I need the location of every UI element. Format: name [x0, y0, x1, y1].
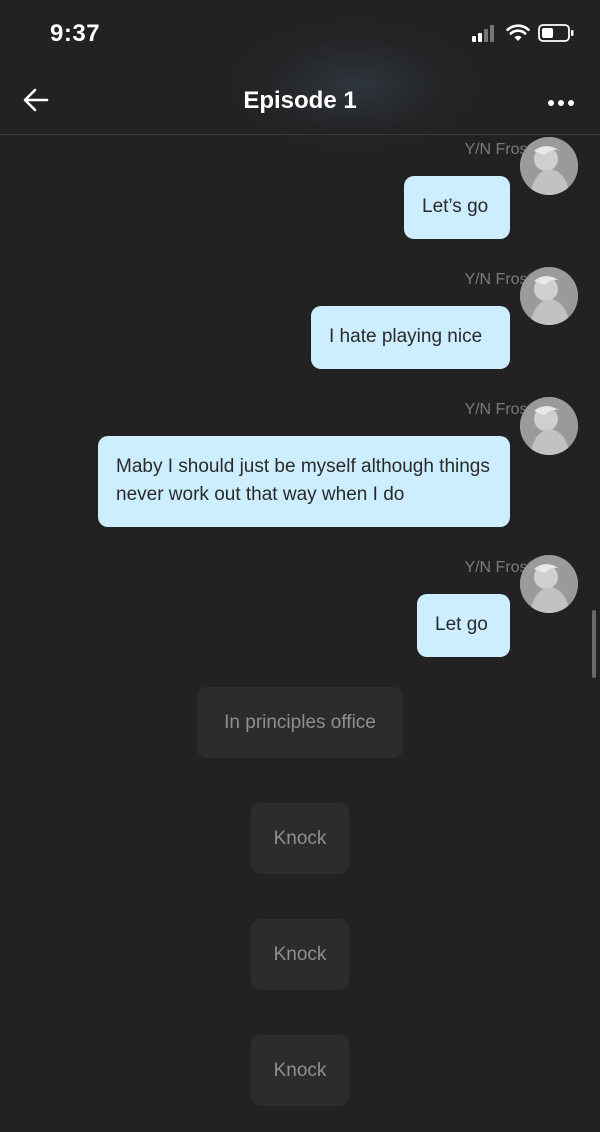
- avatar[interactable]: [520, 555, 578, 613]
- message-text: Let go: [435, 614, 488, 635]
- cellular-signal-icon: [472, 24, 498, 47]
- more-options-button[interactable]: [546, 88, 576, 118]
- app-header: Episode 1: [0, 20, 600, 150]
- status-bar: 9:37: [0, 0, 600, 70]
- scrollbar[interactable]: [592, 610, 596, 678]
- page-title: Episode 1: [243, 87, 357, 114]
- battery-icon: [538, 24, 574, 47]
- message-text: Maby I should just be myself although th…: [116, 456, 490, 505]
- narration-block: In principles office: [197, 687, 403, 758]
- status-icons: [472, 24, 574, 47]
- status-time: 9:37: [50, 20, 101, 47]
- narration-text: Knock: [273, 828, 327, 849]
- narration-block: Knock: [251, 1035, 349, 1106]
- message-bubble: I hate playing nice: [311, 306, 510, 369]
- chat-thread[interactable]: Y/N Frost Let’s go Y/N Frost I hate play…: [0, 135, 600, 1132]
- message-text: Let’s go: [422, 196, 489, 217]
- message-text: I hate playing nice: [329, 326, 483, 347]
- avatar[interactable]: [520, 267, 578, 325]
- more-horizontal-icon: [547, 94, 575, 112]
- message-bubble: Maby I should just be myself although th…: [98, 436, 510, 527]
- message-bubble: Let go: [417, 594, 510, 657]
- narration-text: Knock: [273, 944, 327, 965]
- narration-block: Knock: [251, 803, 349, 874]
- avatar[interactable]: [520, 137, 578, 195]
- narration-block: Knock: [251, 919, 349, 990]
- avatar[interactable]: [520, 397, 578, 455]
- narration-text: Knock: [273, 1060, 327, 1081]
- wifi-icon: [506, 24, 530, 47]
- message-bubble: Let’s go: [404, 176, 510, 239]
- narration-text: In principles office: [224, 712, 376, 733]
